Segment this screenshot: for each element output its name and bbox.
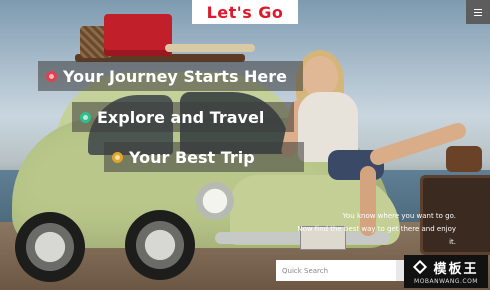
hero-tagline: You know where you want to go. Now find … — [276, 210, 456, 249]
hamburger-menu-icon — [474, 8, 482, 16]
quick-search-input[interactable] — [276, 260, 396, 281]
watermark-logo-icon — [413, 261, 429, 275]
headline-explore: Explore and Travel — [72, 102, 294, 132]
headline-text: Your Journey Starts Here — [63, 66, 288, 86]
tagline-line: Now find the best way to get there and e… — [297, 225, 456, 233]
headline-text: Your Best Trip — [129, 147, 255, 167]
green-dot-icon — [80, 111, 91, 123]
menu-toggle-button[interactable] — [466, 0, 490, 24]
headline-text: Explore and Travel — [97, 107, 265, 127]
car-headlight — [196, 182, 234, 220]
logo-text: Let's Go — [206, 2, 284, 22]
watermark-en-text: MOBANWANG.COM — [414, 278, 478, 285]
car-front-wheel — [125, 210, 195, 280]
red-dot-icon — [46, 70, 57, 82]
tagline-line: it. — [449, 238, 456, 246]
roof-board — [165, 44, 255, 52]
watermark-cn-text: 模板王 — [433, 262, 479, 277]
yellow-dot-icon — [112, 151, 123, 163]
site-logo[interactable]: Let's Go — [192, 0, 298, 24]
car-rear-wheel — [15, 212, 85, 282]
woman-boot — [446, 146, 482, 172]
headline-best-trip: Your Best Trip — [104, 142, 304, 172]
tagline-line: You know where you want to go. — [342, 212, 456, 220]
watermark-badge: 模板王 MOBANWANG.COM — [404, 255, 488, 288]
headline-journey: Your Journey Starts Here — [38, 61, 303, 91]
red-cooler — [104, 14, 172, 56]
